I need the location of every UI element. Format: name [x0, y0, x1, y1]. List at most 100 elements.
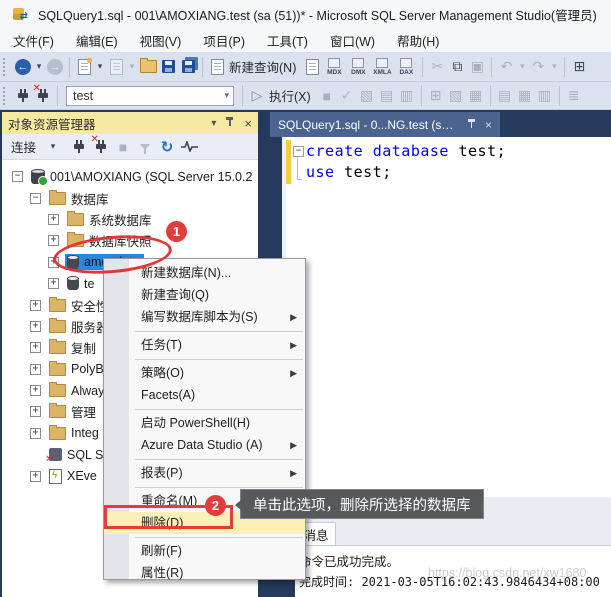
specify-template-button[interactable]: ⊞ — [426, 85, 446, 107]
oe-disconnect-button[interactable]: ✕ — [90, 136, 112, 158]
database-engine-query-button[interactable] — [302, 56, 322, 78]
save-button[interactable] — [158, 56, 178, 78]
parse-button[interactable]: ✓ — [337, 85, 357, 107]
results-to-grid-button[interactable]: ▦ — [515, 85, 535, 107]
menu-window[interactable]: 窗口(W) — [319, 28, 386, 53]
menu-project[interactable]: 项目(P) — [192, 28, 256, 53]
query-options-button[interactable]: ▤ — [377, 85, 397, 107]
expander-icon[interactable]: − — [12, 171, 23, 182]
add-item-button[interactable] — [106, 56, 126, 78]
mdx-query-button[interactable]: MDX — [322, 58, 346, 76]
execute-play-icon[interactable]: ▷ — [247, 85, 267, 107]
context-menu-item-properties[interactable]: 属性(R) — [104, 562, 305, 584]
toolbar-grip-2[interactable] — [3, 87, 9, 105]
tab-close-icon[interactable]: × — [485, 118, 492, 132]
menu-view[interactable]: 视图(V) — [129, 28, 193, 53]
execute-label[interactable]: 执行(X) — [269, 86, 311, 105]
expander-icon[interactable]: + — [30, 428, 41, 439]
include-actual-plan-button[interactable]: ▧ — [446, 85, 466, 107]
new-project-dropdown[interactable]: ▾ — [94, 56, 106, 78]
tree-node-system-databases[interactable]: +系统数据库 — [2, 209, 258, 230]
expander-icon[interactable]: + — [48, 214, 59, 225]
expander-icon[interactable]: + — [48, 278, 59, 289]
expander-icon[interactable]: + — [30, 364, 41, 375]
expander-icon[interactable]: + — [30, 471, 41, 482]
close-panel-icon[interactable]: × — [244, 116, 252, 131]
context-menu-item-new-query[interactable]: 新建查询(Q) — [104, 284, 305, 306]
tab-pin-icon[interactable] — [467, 118, 477, 132]
back-dropdown[interactable]: ▾ — [33, 56, 45, 78]
expander-icon[interactable]: + — [30, 342, 41, 353]
connect-menu-caret-icon[interactable]: ▾ — [42, 136, 64, 158]
new-query-label[interactable]: 新建查询(N) — [229, 57, 296, 76]
cut-button[interactable]: ✂ — [427, 56, 447, 78]
window-position-icon[interactable]: ▾ — [211, 118, 216, 129]
pin-icon[interactable] — [225, 116, 235, 130]
clipped-edge-button[interactable]: ⊞ — [569, 56, 589, 78]
context-menu-item-script-database-as[interactable]: 编写数据库脚本为(S)▶ — [104, 306, 305, 328]
client-statistics-button[interactable]: ▦ — [466, 85, 486, 107]
menu-file[interactable]: 文件(F) — [2, 28, 65, 53]
stop-button[interactable]: ■ — [317, 85, 337, 107]
results-to-file-button[interactable]: ▥ — [535, 85, 555, 107]
open-file-button[interactable] — [138, 56, 158, 78]
comment-button[interactable]: ≣ — [564, 85, 584, 107]
context-menu-item-refresh[interactable]: 刷新(F) — [104, 540, 305, 562]
oe-filter-button[interactable] — [134, 136, 156, 158]
outline-collapse-box[interactable]: − — [293, 146, 304, 157]
copy-button[interactable]: ⧉ — [447, 56, 467, 78]
navigate-back-button[interactable]: ← — [13, 56, 33, 78]
expander-icon[interactable]: − — [30, 193, 41, 204]
navigate-forward-button[interactable]: → — [45, 56, 65, 78]
change-connection-button[interactable]: ✕ — [33, 85, 53, 107]
oe-refresh-button[interactable]: ↻ — [156, 136, 178, 158]
paste-button[interactable]: ▣ — [467, 56, 487, 78]
debug-button[interactable]: ▧ — [357, 85, 377, 107]
expander-icon[interactable]: + — [48, 235, 59, 246]
menu-tools[interactable]: 工具(T) — [256, 28, 319, 53]
context-menu-item-reports[interactable]: 报表(P)▶ — [104, 462, 305, 484]
annotation-step1-badge: 1 — [166, 221, 187, 242]
connect-button[interactable] — [13, 85, 33, 107]
context-menu-item-start-powershell[interactable]: 启动 PowerShell(H) — [104, 412, 305, 434]
connect-menu-label[interactable]: 连接 — [11, 137, 36, 156]
context-menu-item-facets[interactable]: Facets(A) — [104, 384, 305, 406]
code-editor[interactable]: − create database test;use test; — [282, 137, 611, 497]
oe-connect-button[interactable] — [68, 136, 90, 158]
context-menu-item-tasks[interactable]: 任务(T)▶ — [104, 334, 305, 356]
new-project-button[interactable] — [74, 56, 94, 78]
xmla-icon — [376, 58, 388, 68]
server-icon — [31, 170, 45, 184]
folder-icon — [49, 320, 66, 333]
save-all-button[interactable] — [178, 56, 198, 78]
message-success-text: 命令已成功完成。 — [299, 551, 399, 570]
tree-node-server[interactable]: −001\AMOXIANG (SQL Server 15.0.2 — [2, 166, 258, 187]
results-to-text-button[interactable]: ▤ — [495, 85, 515, 107]
oe-stop-button[interactable]: ■ — [112, 136, 134, 158]
menu-help[interactable]: 帮助(H) — [386, 28, 450, 53]
xmla-query-button[interactable]: XMLA — [370, 58, 394, 76]
activity-monitor-button[interactable] — [178, 136, 200, 158]
undo-dropdown[interactable]: ▾ — [516, 56, 528, 78]
context-menu-item-azure-data-studio[interactable]: Azure Data Studio (A)▶ — [104, 434, 305, 456]
dax-query-button[interactable]: DAX — [394, 58, 418, 76]
expander-icon[interactable]: + — [30, 300, 41, 311]
connect-icon — [16, 88, 31, 103]
redo-dropdown[interactable]: ▾ — [548, 56, 560, 78]
database-combobox[interactable]: test ▾ — [66, 86, 234, 106]
folder-icon — [67, 213, 84, 226]
new-query-button[interactable] — [207, 56, 227, 78]
add-item-dropdown[interactable]: ▾ — [126, 56, 138, 78]
expander-icon[interactable]: + — [30, 321, 41, 332]
undo-button[interactable]: ↶ — [496, 56, 516, 78]
intellisense-button[interactable]: ▥ — [397, 85, 417, 107]
expander-icon[interactable]: + — [30, 385, 41, 396]
menu-edit[interactable]: 编辑(E) — [65, 28, 129, 53]
editor-tab[interactable]: SQLQuery1.sql - 0...NG.test (sa (51))* × — [270, 112, 500, 137]
redo-button[interactable]: ↷ — [528, 56, 548, 78]
expander-icon[interactable]: + — [30, 406, 41, 417]
context-menu-item-policies[interactable]: 策略(O)▶ — [104, 362, 305, 384]
toolbar-grip[interactable] — [3, 58, 9, 76]
dmx-query-button[interactable]: DMX — [346, 58, 370, 76]
tree-node-databases[interactable]: −数据库 — [2, 187, 258, 208]
